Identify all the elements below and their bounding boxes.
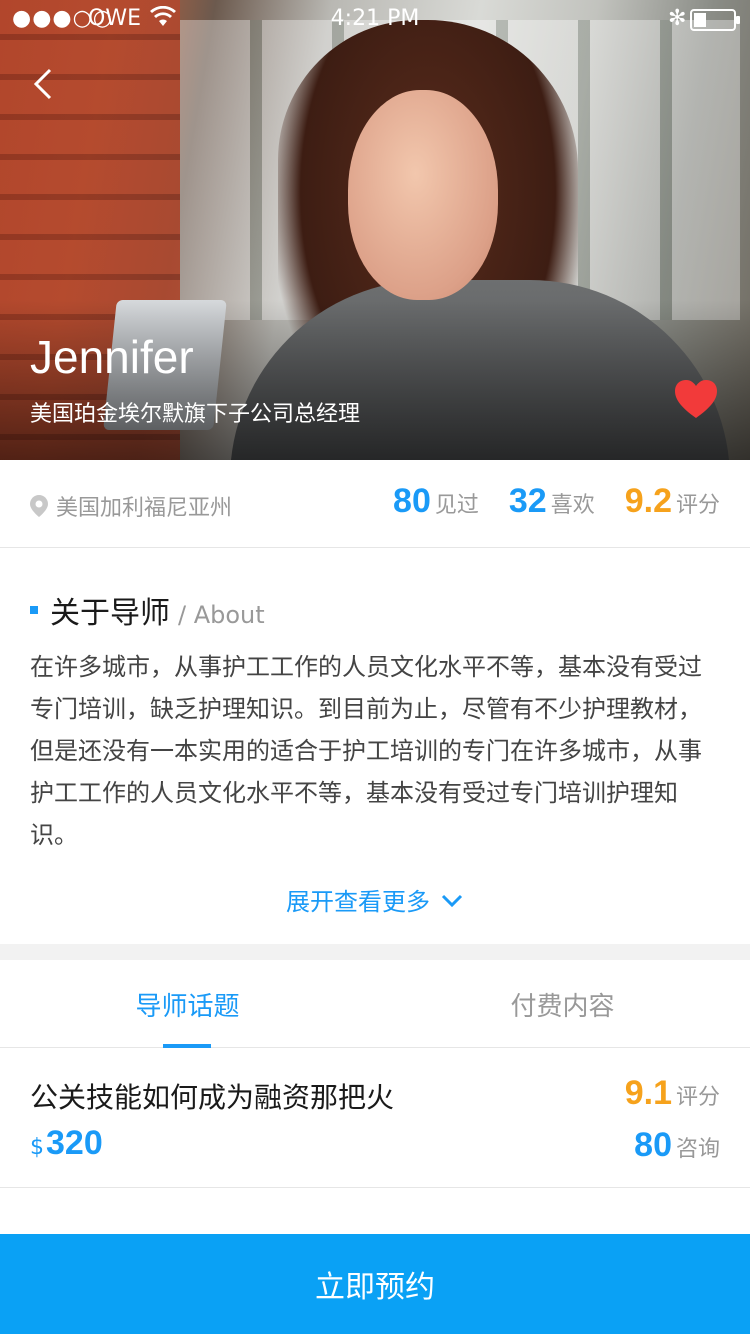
topic-price: $ 320 (30, 1124, 103, 1163)
about-text: 在许多城市，从事护工工作的人员文化水平不等，基本没有受过专门培训，缺乏护理知识。… (30, 653, 702, 849)
about-heading: 关于导师 / About (30, 588, 265, 632)
price-value: 320 (46, 1124, 103, 1162)
expand-more-button[interactable]: 展开查看更多 (0, 882, 750, 917)
book-now-button[interactable]: 立即预约 (0, 1234, 750, 1334)
expand-more-label: 展开查看更多 (286, 888, 430, 916)
hero-image (0, 0, 750, 460)
stat-seen: 80 见过 (393, 482, 479, 521)
stat-score-value: 9.2 (624, 482, 672, 520)
stat-seen-label: 见过 (434, 493, 479, 518)
back-button[interactable] (0, 40, 88, 128)
topic-score: 9.1 评分 (625, 1074, 720, 1113)
stat-liked-value: 32 (508, 482, 547, 520)
battery-icon (690, 9, 740, 31)
stat-score-label: 评分 (675, 493, 720, 518)
mentor-title: 美国珀金埃尔默旗下子公司总经理 (30, 402, 361, 427)
section-divider (0, 944, 750, 960)
tab-bar: 导师话题 付费内容 (0, 960, 750, 1048)
status-time: 4:21 PM (330, 6, 420, 31)
status-bar: ●●●○○ OWE 4:21 PM ✻ (0, 0, 750, 40)
section-marker (30, 606, 38, 614)
chevron-down-icon (441, 894, 463, 907)
about-title: 关于导师 (50, 596, 170, 631)
location-text: 美国加利福尼亚州 (56, 496, 233, 521)
tab-paid-content[interactable]: 付费内容 (375, 960, 750, 1048)
currency-symbol: $ (30, 1135, 44, 1160)
topic-consult-label: 咨询 (675, 1137, 720, 1162)
back-icon (33, 68, 52, 100)
bluetooth-icon: ✻ (668, 6, 687, 31)
book-now-label: 立即预约 (315, 1270, 435, 1305)
topic-score-label: 评分 (675, 1085, 720, 1110)
favorite-button[interactable] (672, 376, 720, 424)
topic-score-value: 9.1 (624, 1074, 672, 1112)
stat-liked-label: 喜欢 (550, 493, 595, 518)
topic-consult: 80 咨询 (634, 1126, 720, 1165)
stat-score: 9.2 评分 (625, 482, 720, 521)
location-pin-icon (30, 495, 48, 517)
hero-face (348, 90, 498, 300)
about-subtitle: / About (178, 601, 265, 629)
info-row: 美国加利福尼亚州 80 见过 32 喜欢 9.2 评分 (0, 460, 750, 548)
list-item[interactable]: 公关技能如何成为融资那把火 $ 320 9.1 评分 80 咨询 (0, 1048, 750, 1188)
stat-liked: 32 喜欢 (509, 482, 595, 521)
mentor-name: Jennifer (30, 331, 194, 383)
tab-mentor-topics[interactable]: 导师话题 (0, 960, 375, 1048)
topic-consult-value: 80 (634, 1126, 672, 1164)
topic-title: 公关技能如何成为融资那把火 (30, 1081, 395, 1114)
about-section: 关于导师 / About 在许多城市，从事护工工作的人员文化水平不等，基本没有受… (0, 548, 750, 944)
stats: 80 见过 32 喜欢 9.2 评分 (393, 482, 720, 521)
heart-icon (675, 380, 717, 418)
stat-seen-value: 80 (393, 482, 431, 520)
location: 美国加利福尼亚州 (30, 490, 232, 522)
